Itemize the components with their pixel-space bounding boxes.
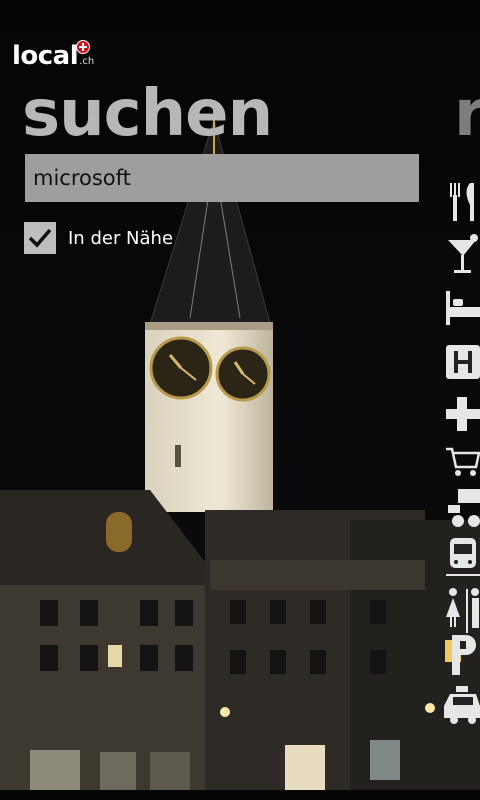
nearby-checkbox[interactable]	[24, 222, 56, 254]
nearby-checkbox-row[interactable]: In der Nähe	[24, 222, 173, 254]
truck-delivery-icon[interactable]	[444, 483, 480, 535]
parking-icon[interactable]	[444, 629, 480, 681]
pivot-next-title[interactable]: r	[454, 78, 480, 150]
train-icon[interactable]	[444, 532, 480, 584]
search-input[interactable]	[25, 154, 419, 202]
bar-cocktail-icon[interactable]	[444, 230, 480, 282]
hospital-icon[interactable]	[444, 337, 480, 389]
pharmacy-cross-icon[interactable]	[444, 389, 480, 441]
nearby-label: In der Nähe	[68, 227, 174, 249]
taxi-icon[interactable]	[444, 680, 480, 732]
pivot-title[interactable]: suchen	[22, 78, 273, 150]
category-strip	[444, 175, 480, 800]
hotel-bed-icon[interactable]	[444, 285, 480, 337]
app-logo: local .ch	[12, 40, 94, 72]
restaurant-icon[interactable]	[444, 175, 480, 227]
swiss-cross-icon	[76, 40, 90, 54]
logo-tld: .ch	[79, 56, 95, 67]
shopping-cart-icon[interactable]	[444, 437, 480, 489]
logo-text: local	[12, 41, 79, 71]
checkmark-icon	[28, 228, 52, 248]
